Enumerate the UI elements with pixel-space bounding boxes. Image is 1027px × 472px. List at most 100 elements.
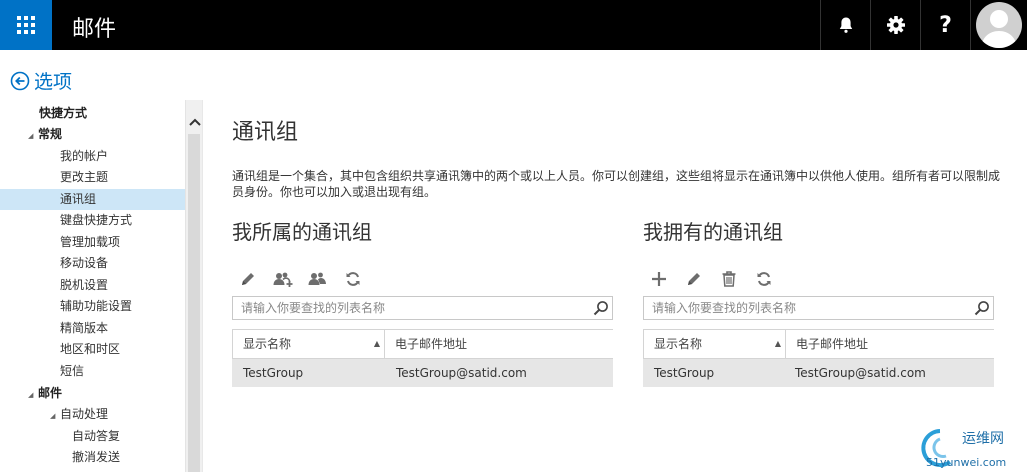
- leave-group-icon: [308, 272, 326, 285]
- sidebar-item[interactable]: 管理加载项: [0, 232, 185, 253]
- column-label: 电子邮件地址: [796, 337, 869, 351]
- owned-search-input[interactable]: [652, 299, 962, 317]
- sidebar-item[interactable]: 自动答复: [0, 426, 185, 447]
- leave-group-button[interactable]: [307, 268, 329, 290]
- sidebar-item-content: 管理加载项: [60, 232, 120, 253]
- sort-ascending-icon: ▲: [774, 339, 781, 348]
- group-email-cell: TestGroup@satid.com: [795, 366, 926, 380]
- sidebar-item-content: 精简版本: [60, 318, 108, 339]
- user-account-button[interactable]: [970, 0, 1027, 50]
- chevron-up-icon: [188, 118, 201, 126]
- sidebar-item-content: 辅助功能设置: [60, 296, 132, 317]
- options-nav: 快捷方式 ◢ 常规 我的帐户 更改主题 通讯组 键盘快捷方式 管理加载项 移动设备 脱机设置 辅助功…: [0, 100, 185, 472]
- sidebar-item-label: 键盘快捷方式: [60, 213, 133, 227]
- page-title: 通讯组: [232, 120, 299, 145]
- sidebar-item-label: 我的帐户: [60, 149, 109, 163]
- sidebar-item[interactable]: 短信: [0, 361, 185, 382]
- table-header: 显示名称 ▲ 电子邮件地址: [643, 329, 994, 359]
- table-row[interactable]: TestGroup TestGroup@satid.com: [232, 359, 613, 387]
- sidebar-item-label: 短信: [60, 364, 85, 378]
- delete-button[interactable]: [718, 268, 740, 290]
- sidebar-item-content: 快捷方式: [39, 103, 87, 124]
- join-group-icon: [273, 272, 293, 287]
- sidebar-item-label: 移动设备: [60, 256, 109, 270]
- column-header-display-name[interactable]: 显示名称 ▲: [233, 330, 385, 358]
- expand-caret-icon[interactable]: ◢: [50, 406, 60, 427]
- top-bar: 邮件 ?: [0, 0, 1027, 50]
- scroll-up-button[interactable]: [186, 112, 203, 132]
- table-row[interactable]: TestGroup TestGroup@satid.com: [643, 359, 994, 387]
- sidebar-item-label: 通讯组: [60, 192, 97, 206]
- user-avatar-icon: [981, 10, 1017, 48]
- settings-button[interactable]: [870, 0, 920, 50]
- app-title: 邮件: [72, 17, 117, 42]
- sidebar-item-label: 快捷方式: [39, 106, 88, 120]
- sidebar-item[interactable]: 更改主题: [0, 167, 185, 188]
- owned-groups-table: 显示名称 ▲ 电子邮件地址 TestGroup TestGroup@satid.…: [643, 329, 994, 389]
- sidebar-item-label: 撤消发送: [72, 450, 121, 464]
- sidebar-item[interactable]: 快捷方式: [0, 103, 185, 124]
- sidebar-item-content: ◢ 自动处理: [50, 404, 108, 427]
- member-of-groups-table: 显示名称 ▲ 电子邮件地址 TestGroup TestGroup@satid.…: [232, 329, 613, 389]
- group-name-cell: TestGroup: [243, 366, 304, 380]
- gear-icon: [886, 16, 905, 34]
- sidebar-item-label: 更改主题: [60, 170, 109, 184]
- expand-caret-icon[interactable]: ◢: [28, 385, 38, 406]
- sidebar-item-content: 键盘快捷方式: [60, 210, 132, 231]
- sidebar-item-label: 脱机设置: [60, 278, 109, 292]
- sidebar-item[interactable]: 撤消发送: [0, 447, 185, 468]
- refresh-button[interactable]: [342, 268, 364, 290]
- page-description: 通讯组是一个集合，其中包含组织共享通讯簿中的两个或以上人员。你可以创建组，这些组…: [232, 169, 1001, 199]
- options-back-link[interactable]: 选项: [10, 67, 72, 94]
- sidebar-item[interactable]: ◢ 自动处理: [0, 404, 185, 425]
- member-of-search-button[interactable]: [592, 299, 610, 317]
- sidebar-item-content: 脱机设置: [60, 275, 108, 296]
- sidebar-item[interactable]: ◢ 邮件: [0, 383, 185, 404]
- add-button[interactable]: [648, 268, 670, 290]
- sidebar-item[interactable]: 精简版本: [0, 318, 185, 339]
- refresh-icon: [757, 272, 771, 286]
- owned-search-button[interactable]: [973, 299, 991, 317]
- sidebar-item[interactable]: ◢ 常规: [0, 124, 185, 145]
- nav-scrollbar[interactable]: [185, 100, 202, 472]
- sidebar-item-content: 地区和时区: [60, 339, 120, 360]
- edit-button[interactable]: [683, 268, 705, 290]
- help-button[interactable]: ?: [920, 0, 970, 50]
- scroll-thumb[interactable]: [188, 134, 200, 472]
- expand-caret-icon[interactable]: ◢: [28, 126, 38, 147]
- app-launcher-icon: [17, 16, 35, 34]
- sidebar-item-label: 常规: [38, 127, 63, 141]
- sidebar-item[interactable]: 脱机设置: [0, 275, 185, 296]
- sidebar-item[interactable]: 辅助功能设置: [0, 296, 185, 317]
- column-header-email[interactable]: 电子邮件地址: [385, 330, 614, 358]
- edit-icon: [688, 273, 700, 285]
- column-label: 显示名称: [654, 337, 703, 351]
- owned-search-box: [643, 296, 994, 320]
- sidebar-item-label: 精简版本: [60, 321, 109, 335]
- sidebar-item[interactable]: 我的帐户: [0, 146, 185, 167]
- app-launcher-button[interactable]: [0, 0, 52, 50]
- sidebar-item[interactable]: 通讯组: [0, 189, 185, 210]
- table-header: 显示名称 ▲ 电子邮件地址: [232, 329, 613, 359]
- watermark-text-top: 运维网: [962, 431, 1004, 447]
- refresh-button[interactable]: [753, 268, 775, 290]
- sidebar-item-content: 移动设备: [60, 253, 108, 274]
- add-icon: [652, 272, 666, 286]
- help-icon: ?: [939, 12, 952, 38]
- join-group-button[interactable]: [272, 268, 294, 290]
- sidebar-item-content: 更改主题: [60, 167, 108, 188]
- member-of-search-input[interactable]: [241, 299, 581, 317]
- edit-button[interactable]: [237, 268, 259, 290]
- delete-icon: [722, 271, 736, 287]
- notifications-button[interactable]: [820, 0, 870, 50]
- column-header-display-name[interactable]: 显示名称 ▲: [644, 330, 786, 358]
- site-watermark-logo: 运维网 51yunwei.com: [921, 429, 1006, 469]
- sidebar-item[interactable]: 地区和时区: [0, 339, 185, 360]
- sidebar-item-content: 撤消发送: [72, 447, 120, 468]
- sidebar-item[interactable]: 移动设备: [0, 253, 185, 274]
- sidebar-item[interactable]: 键盘快捷方式: [0, 210, 185, 231]
- column-header-email[interactable]: 电子邮件地址: [786, 330, 995, 358]
- member-of-groups-title: 我所属的通讯组: [232, 220, 372, 244]
- sidebar-item-content: 短信: [60, 361, 84, 382]
- member-of-search-box: [232, 296, 613, 320]
